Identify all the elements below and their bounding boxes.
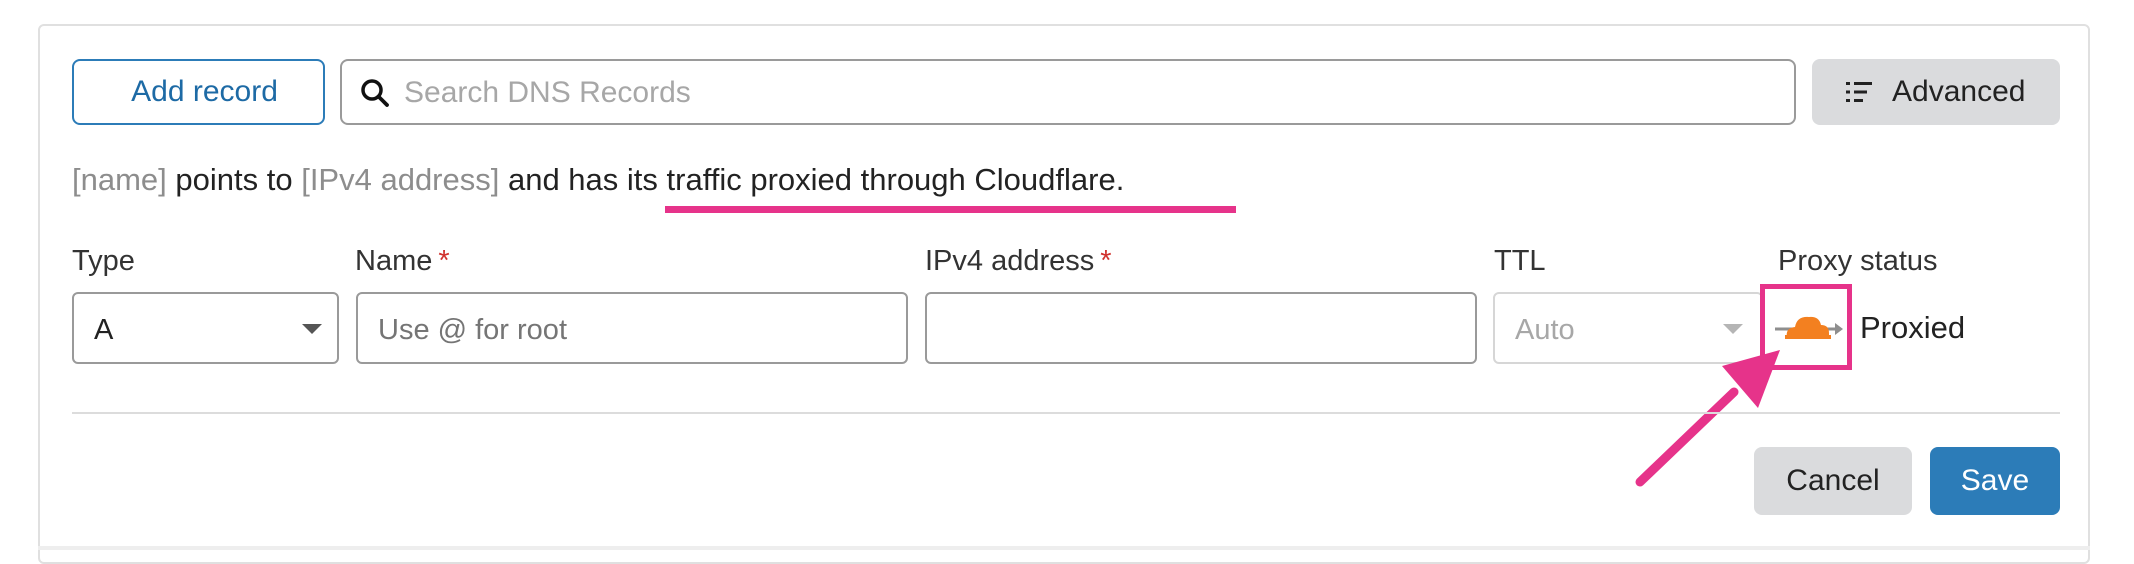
- add-record-label: Add record: [131, 75, 278, 108]
- description-text-1: points to: [166, 162, 302, 197]
- name-input[interactable]: [376, 304, 874, 356]
- required-mark: *: [438, 245, 450, 277]
- required-mark: *: [1100, 245, 1112, 277]
- cancel-button[interactable]: Cancel: [1754, 447, 1912, 515]
- ipv4-field[interactable]: [925, 292, 1477, 364]
- add-record-button[interactable]: Add record: [72, 59, 325, 125]
- search-icon: [361, 79, 389, 107]
- type-label: Type: [72, 245, 135, 277]
- type-value: A: [94, 314, 114, 346]
- type-select[interactable]: A: [72, 292, 339, 364]
- card-bottom-edge: [38, 546, 2090, 550]
- highlight-underline: [665, 206, 1236, 213]
- ipv4-input[interactable]: [945, 304, 1443, 356]
- cancel-label: Cancel: [1786, 464, 1880, 497]
- name-placeholder-token: [name]: [72, 162, 167, 197]
- advanced-button[interactable]: Advanced: [1812, 59, 2060, 125]
- record-description: [name] points to [IPv4 address] and has …: [72, 162, 1124, 198]
- save-button[interactable]: Save: [1930, 447, 2060, 515]
- advanced-label: Advanced: [1892, 75, 2026, 108]
- search-box[interactable]: [340, 59, 1796, 125]
- list-icon: [1846, 82, 1872, 102]
- name-field[interactable]: [356, 292, 908, 364]
- name-label: Name *: [355, 245, 450, 277]
- save-label: Save: [1960, 464, 2030, 497]
- ip-placeholder-token: [IPv4 address]: [301, 162, 500, 197]
- proxy-status-label: Proxy status: [1778, 245, 1938, 277]
- ttl-value: Auto: [1515, 314, 1575, 346]
- chevron-down-icon: [302, 324, 322, 334]
- ttl-label: TTL: [1494, 245, 1546, 277]
- proxy-status-value[interactable]: Proxied: [1860, 310, 1965, 346]
- ipv4-label: IPv4 address *: [925, 245, 1112, 277]
- divider: [72, 412, 2060, 414]
- description-text-2: and has its traffic proxied through Clou…: [499, 162, 1125, 197]
- search-input[interactable]: [402, 67, 1776, 119]
